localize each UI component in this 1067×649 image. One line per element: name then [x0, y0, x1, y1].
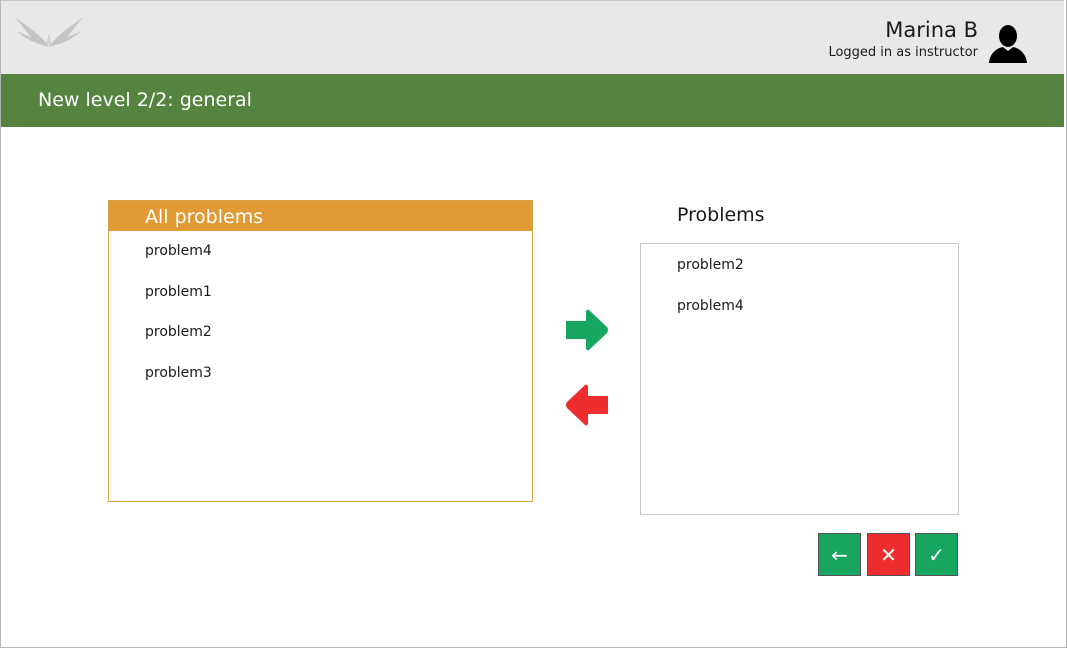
add-arrow-right-icon[interactable] — [564, 308, 610, 352]
selected-problems-list: problem2 problem4 — [640, 243, 959, 515]
list-item[interactable]: problem1 — [109, 282, 532, 302]
user-info: Marina B Logged in as instructor — [828, 17, 978, 62]
list-item[interactable]: problem2 — [641, 255, 958, 275]
list-item[interactable]: problem2 — [109, 322, 532, 342]
list-item[interactable]: problem3 — [109, 363, 532, 383]
back-button[interactable]: ← — [818, 533, 861, 576]
all-problems-list: All problems problem4 problem1 problem2 … — [108, 200, 533, 502]
title-bar: New level 2/2: general — [1, 74, 1064, 127]
page-title: New level 2/2: general — [38, 89, 252, 111]
confirm-button[interactable]: ✓ — [915, 533, 958, 576]
list-item[interactable]: problem4 — [641, 296, 958, 316]
cancel-button[interactable]: ✕ — [867, 533, 910, 576]
remove-arrow-left-icon[interactable] — [564, 383, 610, 427]
selected-problems-heading: Problems — [677, 204, 765, 226]
user-name: Marina B — [885, 18, 978, 42]
list-item[interactable]: problem4 — [109, 241, 532, 261]
top-bar: Marina B Logged in as instructor — [1, 0, 1064, 75]
user-role: Logged in as instructor — [828, 45, 978, 60]
winged-logo-icon — [15, 17, 83, 47]
user-silhouette-icon[interactable] — [987, 23, 1029, 63]
all-problems-heading: All problems — [109, 201, 532, 231]
